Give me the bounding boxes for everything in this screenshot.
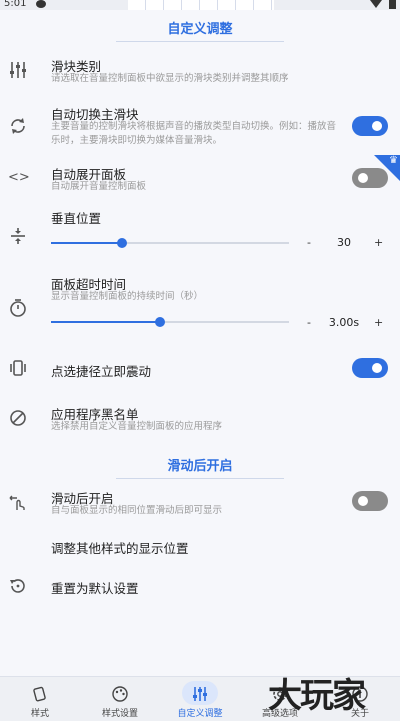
tab-label: 样式 — [30, 709, 49, 719]
reset-title: 重置为默认设置 — [51, 581, 139, 596]
timer-icon — [8, 298, 28, 318]
keyboard-strip — [128, 0, 274, 10]
slider-category-sub: 请选取在音量控制面板中欲显示的滑块类别并调整其顺序 — [51, 73, 289, 84]
blacklist-sub: 选择禁用自定义音量控制面板的应用程序 — [51, 421, 223, 432]
timeout-value: 3.00s — [328, 316, 360, 329]
auto-expand-sub: 自动展开音量控制面板 — [51, 181, 147, 192]
toggle-knob — [372, 363, 382, 373]
slider-fill — [51, 321, 161, 323]
swipe-open-toggle[interactable] — [352, 491, 388, 511]
vertical-position-slider[interactable] — [51, 238, 289, 248]
tab-style-settings[interactable]: 样式设置 — [80, 677, 160, 721]
wifi-icon — [370, 0, 382, 8]
battery-icon — [389, 0, 396, 9]
tab-label: 样式设置 — [101, 709, 138, 719]
vertical-position-plus[interactable]: + — [374, 236, 383, 249]
swipe-gesture-icon — [8, 492, 28, 512]
code-icon: <> — [8, 170, 30, 185]
timeout-slider[interactable] — [51, 317, 289, 327]
slider-thumb[interactable] — [117, 238, 128, 248]
page-title: 自定义调整 — [167, 22, 233, 37]
swipe-section-divider — [116, 478, 284, 479]
vibrate-icon — [8, 358, 28, 378]
restore-icon — [8, 576, 28, 596]
tab-custom-adjust[interactable]: 自定义调整 — [160, 677, 240, 721]
swipe-section-title: 滑动后开启 — [167, 459, 233, 474]
vertical-position-value: 30 — [337, 236, 351, 249]
toggle-knob — [358, 173, 368, 183]
vibrate-title: 点选捷径立即震动 — [51, 364, 152, 379]
slider-thumb[interactable] — [155, 317, 166, 327]
sync-icon — [8, 116, 28, 136]
sliders-icon — [190, 684, 210, 704]
block-icon — [8, 408, 28, 428]
crown-icon: ♛ — [389, 155, 398, 166]
auto-switch-sub: 主要音量的控制滑块将根据声音的播放类型自动切换。例如：播放音乐时，主要滑块即切换… — [51, 121, 337, 146]
notification-icon — [36, 0, 46, 8]
auto-switch-toggle[interactable] — [352, 116, 388, 136]
status-time: 5:01 — [4, 0, 27, 9]
vertical-position-minus[interactable]: - — [307, 236, 311, 249]
swipe-open-sub: 自与面板显示的相同位置滑动后即可显示 — [51, 505, 223, 516]
toggle-knob — [372, 121, 382, 131]
vertical-position-title: 垂直位置 — [51, 211, 102, 226]
timeout-plus[interactable]: + — [374, 316, 383, 329]
title-divider — [116, 41, 284, 42]
slider-fill — [51, 242, 123, 244]
watermark-logo: 大玩家 — [268, 676, 366, 716]
style-icon — [30, 684, 50, 704]
equalizer-icon — [8, 60, 28, 80]
vibrate-toggle[interactable] — [352, 358, 388, 378]
timeout-sub: 显示音量控制面板的持续时间（秒） — [51, 291, 204, 302]
tab-label: 自定义调整 — [177, 709, 223, 719]
tab-style[interactable]: 样式 — [0, 677, 80, 721]
palette-icon — [110, 684, 130, 704]
status-bar: 5:01 — [0, 0, 400, 10]
adjust-position-title: 调整其他样式的显示位置 — [51, 541, 189, 556]
timeout-minus[interactable]: - — [307, 316, 311, 329]
vertical-align-icon — [8, 226, 28, 246]
toggle-knob — [358, 496, 368, 506]
